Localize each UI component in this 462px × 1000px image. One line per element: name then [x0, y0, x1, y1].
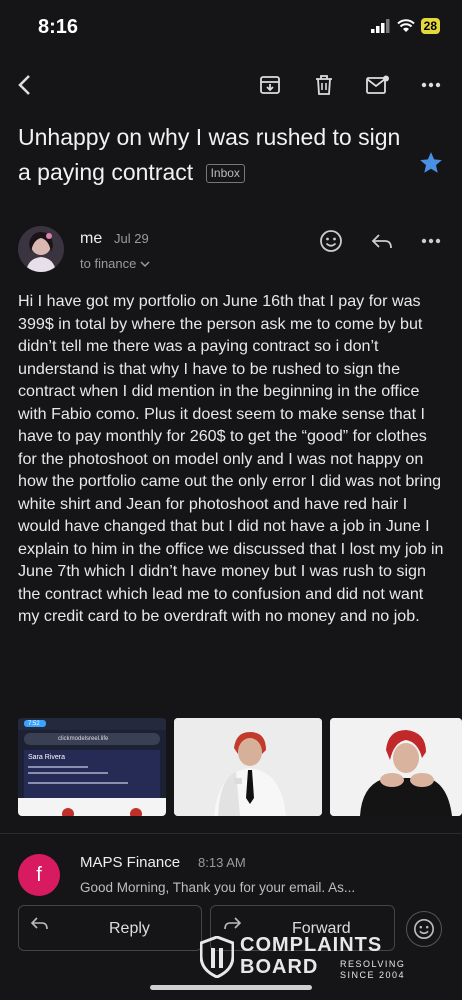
- back-arrow-icon: [18, 75, 30, 95]
- attachment-screenshot-time: 7:52: [28, 721, 40, 727]
- archive-button[interactable]: [255, 70, 285, 100]
- attachment-screenshot-name: Sara Rivera: [28, 754, 65, 761]
- sender-date: Jul 29: [114, 231, 149, 246]
- star-button[interactable]: [418, 150, 444, 176]
- mail-unread-icon: [366, 75, 389, 94]
- add-reaction-button[interactable]: [316, 226, 346, 256]
- reply-sender-avatar: f: [18, 854, 60, 896]
- watermark-small1: RESOLVING: [340, 959, 406, 969]
- status-icons: 28: [370, 18, 440, 34]
- more-horizontal-icon: [421, 238, 441, 244]
- signal-icon: [370, 19, 390, 33]
- message-more-button[interactable]: [416, 226, 446, 256]
- attachment-photo-1-image: [174, 718, 322, 816]
- attachment-screenshot-preview: [18, 718, 166, 816]
- sender-header: me Jul 29 to finance: [18, 222, 448, 282]
- watermark-line1: COMPLAINTS: [240, 934, 383, 956]
- message-divider: [0, 833, 462, 834]
- reply-snippet: Good Morning, Thank you for your email. …: [80, 880, 356, 895]
- reply-icon-button[interactable]: [367, 226, 397, 256]
- forward-icon: [224, 917, 241, 930]
- archive-icon: [260, 76, 280, 94]
- more-horizontal-icon: [421, 82, 441, 88]
- watermark-small2: SINCE 2004: [340, 970, 406, 980]
- delete-button[interactable]: [309, 70, 339, 100]
- back-button[interactable]: [10, 70, 40, 100]
- star-icon: [420, 152, 442, 173]
- attachment-photo-2[interactable]: [330, 718, 462, 816]
- attachment-screenshot[interactable]: 7:52 clickmodelsreel.life Sara Rivera: [18, 718, 166, 816]
- attachment-photo-2-image: [330, 718, 462, 816]
- reply-icon: [31, 917, 48, 930]
- mark-unread-button[interactable]: [363, 70, 393, 100]
- reply-sender-name: MAPS Finance: [80, 854, 181, 871]
- avatar-portrait-icon: [18, 226, 64, 272]
- reply-button-label: Reply: [109, 920, 150, 937]
- watermark-line2: BOARD: [240, 956, 319, 978]
- attachment-photo-1[interactable]: [174, 718, 322, 816]
- status-time: 8:16: [38, 16, 79, 38]
- sender-name: me: [80, 230, 103, 247]
- chevron-down-icon: [140, 261, 150, 268]
- attachment-screenshot-url: clickmodelsreel.life: [58, 736, 109, 742]
- trash-icon: [316, 75, 332, 95]
- reply-time: 8:13 AM: [198, 855, 246, 870]
- email-body: Hi I have got my portfolio on June 16th …: [18, 292, 444, 625]
- sender-avatar: [18, 226, 64, 272]
- emoji-icon: [320, 230, 342, 252]
- email-toolbar: [0, 62, 462, 108]
- more-options-button[interactable]: [416, 70, 446, 100]
- reply-button[interactable]: Reply: [18, 905, 202, 951]
- battery-indicator: 28: [420, 18, 440, 34]
- recipient-text: to finance: [80, 256, 137, 271]
- shield-logo-icon: [200, 936, 234, 978]
- reply-message-item[interactable]: f MAPS Finance 8:13 AM Good Morning, Tha…: [18, 848, 448, 900]
- inbox-label[interactable]: Inbox: [205, 164, 245, 184]
- email-subject: Unhappy on why I was rushed to sign a pa…: [18, 120, 408, 190]
- wifi-icon: [396, 19, 415, 32]
- reply-icon: [371, 234, 392, 249]
- recipient-toggle[interactable]: to finance: [80, 256, 150, 271]
- complaintsboard-watermark: COMPLAINTS BOARD RESOLVING SINCE 2004: [200, 934, 420, 980]
- home-indicator[interactable]: [150, 985, 312, 990]
- status-bar: 8:16 28: [0, 0, 462, 56]
